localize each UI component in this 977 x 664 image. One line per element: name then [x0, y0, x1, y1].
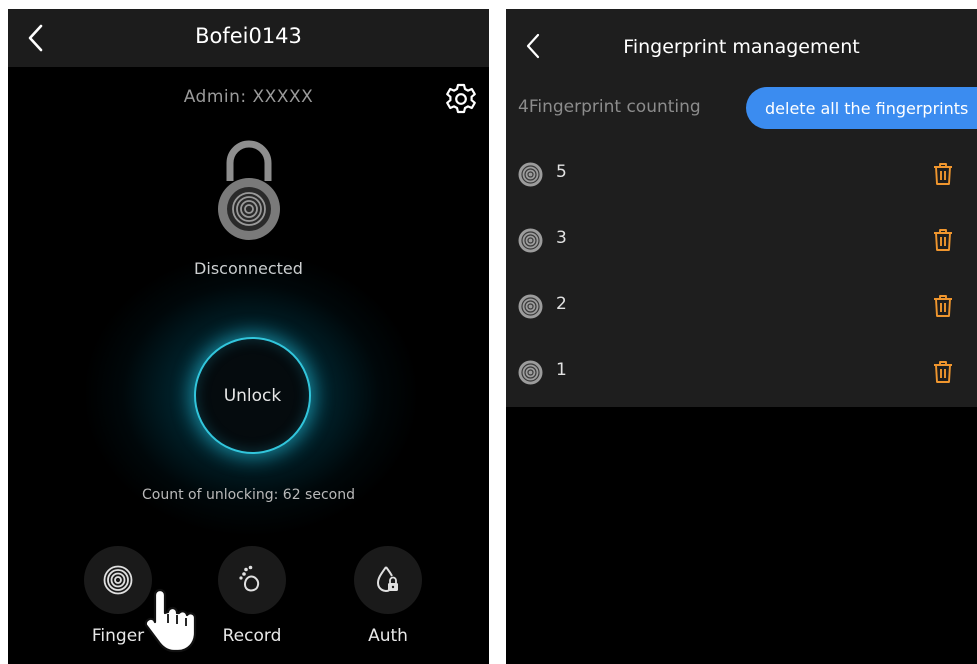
trash-icon[interactable] [932, 360, 954, 384]
fingerprint-label: 3 [556, 228, 567, 248]
fingerprint-label: 5 [556, 162, 567, 182]
unlock-button[interactable]: Unlock [194, 337, 311, 454]
list-item: 2 [506, 274, 977, 340]
gear-icon[interactable] [444, 82, 478, 116]
trash-icon[interactable] [932, 294, 954, 318]
fingerprint-icon [518, 294, 543, 319]
fingerprint-label: 1 [556, 360, 567, 380]
admin-label: Admin: XXXXX [183, 87, 314, 107]
list-item: 1 [506, 340, 977, 406]
fingerprint-label: 2 [556, 294, 567, 314]
auth-lock-drop-icon [376, 566, 398, 592]
page-title: Bofei0143 [195, 24, 302, 48]
trash-icon[interactable] [932, 228, 954, 252]
unlock-countdown: Count of unlocking: 62 second [142, 487, 355, 503]
lock-control-screen: Bofei0143 Admin: XXXXX Disconnected Unlo… [8, 9, 489, 664]
trash-icon[interactable] [932, 162, 954, 186]
fingerprint-count-label: 4Fingerprint counting [518, 97, 701, 117]
fingerprint-icon [518, 360, 543, 385]
page-title: Fingerprint management [623, 36, 860, 58]
fingerprint-icon [518, 228, 543, 253]
fingerprint-icon [518, 162, 543, 187]
delete-all-button[interactable]: delete all the fingerprints [746, 87, 977, 129]
header-bar: Bofei0143 [8, 9, 489, 67]
list-item: 5 [506, 142, 977, 208]
auth-tab-button[interactable] [354, 546, 422, 614]
footprint-icon [239, 565, 260, 592]
fingerprint-management-screen: Fingerprint management 4Fingerprint coun… [506, 9, 977, 664]
header-bar: Fingerprint management [506, 9, 977, 75]
list-item: 3 [506, 208, 977, 274]
record-tab-label: Record [222, 626, 282, 646]
padlock-fingerprint-icon [218, 140, 280, 240]
hand-pointer-icon [144, 588, 197, 653]
fingerprint-icon [103, 565, 133, 595]
auth-tab-label: Auth [368, 626, 408, 646]
record-tab-button[interactable] [218, 546, 286, 614]
unlock-label: Unlock [223, 385, 282, 406]
